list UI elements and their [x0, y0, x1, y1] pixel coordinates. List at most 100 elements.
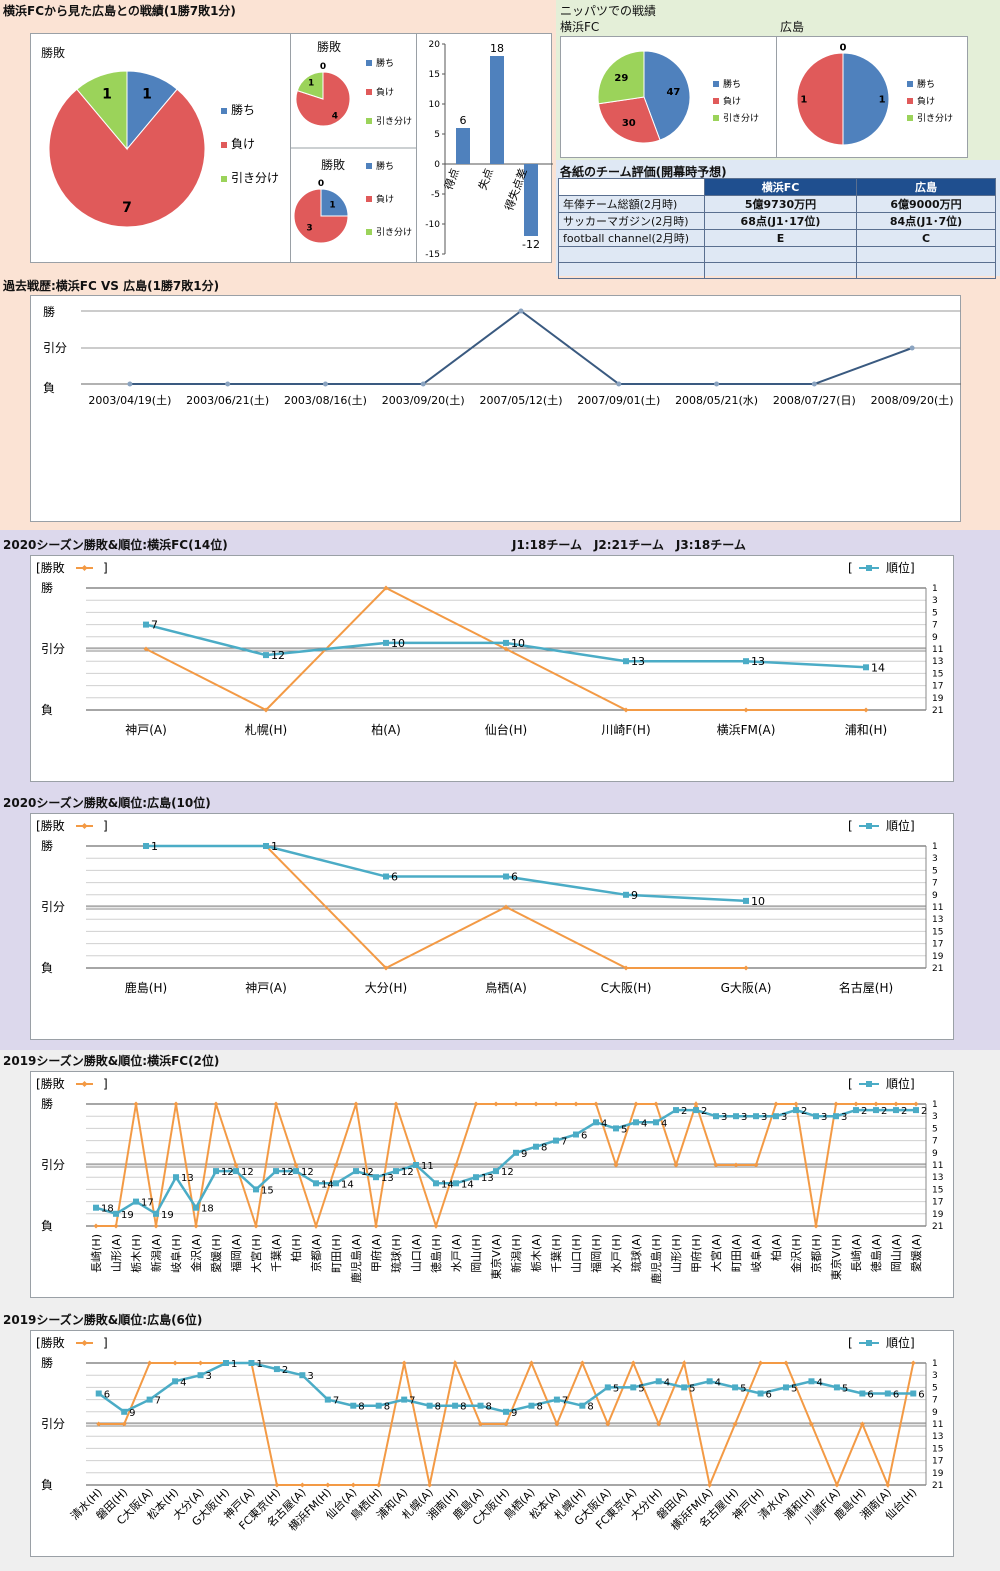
- history-x-label: 2008/07/27(日): [773, 394, 856, 407]
- small-pie-1-legend-text: 勝ち: [376, 57, 394, 69]
- result-legend-close: ]: [103, 819, 108, 833]
- rank-tick-label: 17: [932, 1457, 943, 1467]
- result-legend-text: [勝敗: [36, 1076, 65, 1091]
- rank-point: [172, 1378, 179, 1385]
- history-line-chart: 勝引分負 2003/04/19(土) 2003/06/21(土) 2003/08/16…: [43, 304, 961, 407]
- rank-point: [913, 1107, 919, 1114]
- rank-point: [579, 1402, 586, 1409]
- rank-point: [553, 1396, 560, 1403]
- result-legend-close: ]: [103, 561, 108, 575]
- rank-value-label: 5: [740, 1383, 746, 1394]
- eval-cell: C: [856, 229, 996, 247]
- rank-legend-marker: [866, 823, 872, 829]
- nip-hir-legend-text: 負け: [917, 95, 935, 107]
- nippatsu-hir-label: 広島: [780, 20, 805, 34]
- x-category-label: 名古屋(H): [839, 980, 893, 995]
- x-category-label: 徳島(A): [869, 1234, 883, 1272]
- rank-point: [863, 664, 869, 671]
- rank-value-label: 2: [881, 1106, 887, 1117]
- rank-point: [884, 1390, 891, 1397]
- rank-value-label: 10: [751, 895, 765, 908]
- result-point: [913, 1101, 919, 1107]
- rank-tick-label: 9: [932, 633, 938, 643]
- rank-value-label: 14: [321, 1179, 334, 1190]
- h2h-pies-box: 勝敗 1 7 1 勝ち 負け 引き分け: [30, 33, 292, 263]
- big-pie-label: 1: [102, 87, 112, 103]
- small-pie-1-label: 0: [320, 62, 326, 72]
- eval-corner: [558, 178, 705, 196]
- small-pie-2-legend-text: 引き分け: [376, 227, 412, 238]
- result-legend-text: [勝敗: [36, 818, 65, 833]
- result-point: [213, 1101, 219, 1107]
- rank-point: [910, 1390, 917, 1397]
- result-point: [910, 1360, 916, 1366]
- rank-value-label: 12: [221, 1167, 234, 1178]
- history-point: [127, 381, 133, 387]
- s2019-hir-title: 2019シーズン勝敗&順位:広島(6位): [3, 1313, 203, 1327]
- rank-line: [95, 1108, 916, 1216]
- rank-tick-label: 1: [932, 584, 938, 594]
- rank-point: [193, 1204, 199, 1211]
- x-category-label: 琉球(A): [629, 1234, 643, 1272]
- x-category-label: 京都(H): [809, 1234, 823, 1273]
- goal-bar: [456, 128, 470, 164]
- rank-point: [333, 1180, 339, 1187]
- history-point: [714, 381, 720, 387]
- rank-value-label: 7: [155, 1396, 161, 1407]
- rank-point: [833, 1113, 839, 1120]
- nippatsu-yfc-label: 横浜FC: [560, 20, 600, 34]
- x-category-label: C大阪(H): [601, 981, 652, 995]
- history-x-label: 2003/04/19(土): [88, 394, 171, 407]
- x-category-label: 琉球(H): [389, 1234, 403, 1273]
- rank-tick-label: 5: [932, 608, 938, 618]
- history-point: [322, 381, 328, 387]
- nip-hir-legend-swatch: [907, 115, 913, 121]
- result-y-label-draw: 引分: [41, 900, 65, 914]
- big-pie-legend-text: 引き分け: [231, 171, 279, 185]
- x-category-label: 浦和(H): [845, 723, 887, 737]
- rank-value-label: 5: [638, 1383, 644, 1394]
- nip-yfc-pie-label: 29: [614, 73, 628, 84]
- bar-y-tick-label: -15: [425, 250, 440, 260]
- rank-value-label: 8: [435, 1402, 441, 1413]
- s2020-yfc-chart: 13579111315171921勝引分負[勝敗][順位]71210 1013 13…: [36, 560, 944, 737]
- rank-point: [623, 658, 629, 665]
- bar-y-tick-label: 15: [429, 70, 440, 80]
- rank-point: [503, 1408, 509, 1415]
- rank-point: [324, 1396, 331, 1403]
- x-category-label: 鹿児島(A): [349, 1234, 363, 1283]
- x-category-label: 岐阜(H): [170, 1234, 183, 1273]
- rank-tick-label: 15: [932, 1444, 943, 1454]
- history-x-label: 2007/05/12(土): [480, 394, 563, 407]
- history-point: [909, 345, 915, 351]
- rank-point: [353, 1168, 359, 1175]
- rank-value-label: 3: [307, 1371, 313, 1382]
- result-point: [198, 1360, 204, 1366]
- rank-value-label: 12: [401, 1167, 414, 1178]
- rank-point: [143, 621, 149, 628]
- eval-row: [558, 262, 996, 279]
- result-point: [253, 1223, 259, 1229]
- x-category-label: 千葉(H): [549, 1234, 563, 1273]
- nip-yfc-legend-swatch: [713, 98, 719, 104]
- rank-value-label: 5: [842, 1383, 848, 1394]
- rank-value-label: 12: [301, 1167, 314, 1178]
- rank-point: [503, 873, 509, 880]
- result-point: [863, 707, 869, 713]
- x-category-label: 京都(A): [309, 1234, 323, 1272]
- history-x-label: 2003/08/16(土): [284, 394, 367, 407]
- x-category-label: 新潟(H): [509, 1234, 523, 1273]
- result-point: [513, 1101, 519, 1107]
- rank-value-label: 6: [918, 1390, 924, 1401]
- result-legend-marker: [81, 1081, 88, 1087]
- nip-hir-pie-label: 0: [840, 42, 847, 53]
- x-category-label: 甲府(H): [689, 1234, 703, 1273]
- x-category-label: 大分(H): [365, 981, 407, 995]
- x-category-label: 福岡(H): [589, 1234, 603, 1273]
- result-point: [274, 1482, 280, 1488]
- rank-value-label: 14: [341, 1179, 354, 1190]
- rank-tick-label: 19: [932, 694, 944, 704]
- rank-value-label: 8: [587, 1402, 593, 1413]
- nippatsu-hir-box: 1 1 0 勝ち 負け 引き分け: [776, 36, 968, 158]
- nip-yfc-legend-text: 勝ち: [723, 78, 741, 90]
